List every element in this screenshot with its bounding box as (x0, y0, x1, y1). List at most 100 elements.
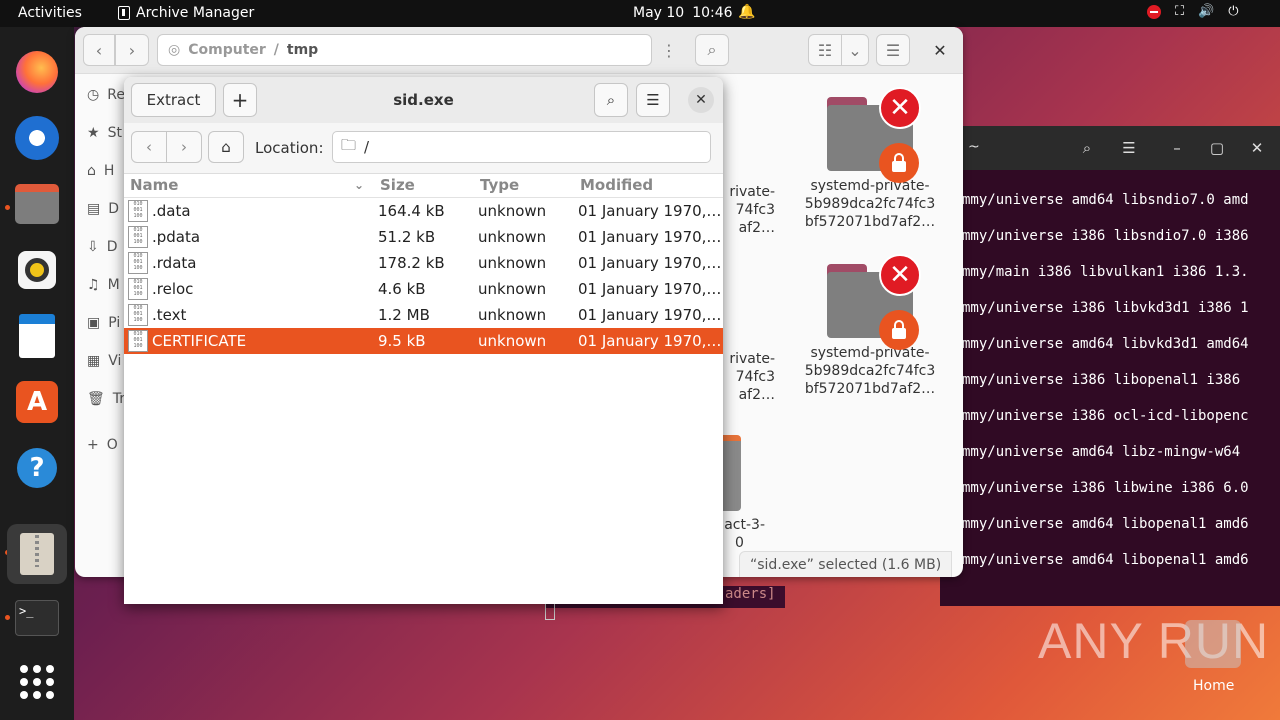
table-row[interactable]: 010 001 100 .text 1.2 MB unknown 01 January 19… (124, 302, 723, 328)
terminal-tail-text: aders] (725, 586, 776, 602)
sidebar-item-downloads[interactable]: ⇩ D (87, 239, 118, 255)
app-menu[interactable]: Archive Manager (118, 5, 254, 21)
column-name[interactable]: Name (130, 176, 178, 194)
forward-button[interactable]: › (115, 34, 149, 66)
column-type[interactable]: Type (480, 176, 519, 194)
column-modified[interactable]: Modified (580, 176, 653, 194)
table-row[interactable]: 010 001 100 CERTIFICATE 9.5 kB unknown 01 Janu… (124, 328, 723, 354)
dock-terminal[interactable]: >_ (12, 593, 62, 643)
top-bar: Activities Archive Manager May 10 10:46 … (0, 0, 1280, 27)
system-tray[interactable]: ⛶ 🔊 ⏻ (1147, 4, 1239, 19)
music-icon: ♫ (87, 277, 100, 293)
sidebar-item-pictures[interactable]: ▣ Pi (87, 315, 120, 331)
trash-icon: 🗑 (87, 391, 105, 407)
table-row[interactable]: 010 001 100 .rdata 178.2 kB unknown 01 January… (124, 250, 723, 276)
close-icon[interactable]: ✕ (1242, 136, 1272, 160)
archive-icon (118, 6, 130, 20)
path-root[interactable]: Computer (188, 42, 266, 58)
location-value: / (364, 138, 370, 156)
path-separator: / (273, 42, 279, 58)
home-folder-icon[interactable] (1185, 620, 1241, 668)
unreadable-icon: ✕ (879, 87, 921, 129)
thunderbird-icon (15, 116, 59, 160)
path-menu-button[interactable]: ⋮ (653, 34, 685, 66)
dock-rhythmbox[interactable] (12, 245, 62, 295)
close-button[interactable]: ✕ (688, 87, 714, 113)
view-options-button[interactable]: ⌄ (841, 34, 869, 66)
clock[interactable]: May 10 10:46 (633, 5, 733, 21)
search-icon: ⌕ (707, 40, 717, 59)
table-row[interactable]: 010 001 100 .pdata 51.2 kB unknown 01 January … (124, 224, 723, 250)
archive-manager-window[interactable]: Extract + sid.exe ⌕ ☰ ✕ ‹ › ⌂ Location: … (124, 77, 723, 604)
sort-chevron-icon: ⌄ (354, 178, 365, 192)
grid-item-folder[interactable]: ✕ systemd-private- 5b989dca2fc74fc3 bf57… (795, 87, 945, 231)
home-icon: ⌂ (87, 163, 96, 179)
main-menu-button[interactable]: ☰ (636, 83, 670, 117)
dock-software[interactable]: A (12, 377, 62, 427)
view-list-button[interactable]: ☷ (808, 34, 842, 66)
rhythmbox-icon (18, 251, 56, 289)
sidebar-item-label: H (103, 163, 115, 179)
terminal-line: mmy/universe amd64 libvkd3d1 amd64 (962, 336, 1249, 352)
column-size[interactable]: Size (380, 176, 415, 194)
terminal-title: ~ (968, 139, 980, 155)
path-current[interactable]: tmp (287, 42, 318, 58)
item-name-line: systemd-private- (810, 345, 930, 361)
search-icon[interactable]: ⌕ (1072, 136, 1102, 160)
file-modified: 01 January 1970,… (578, 202, 722, 220)
table-row[interactable]: 010 001 100 .data 164.4 kB unknown 01 January … (124, 198, 723, 224)
folder-icon: 🗀 (341, 135, 357, 154)
terminal-line: mmy/main i386 libvulkan1 i386 1.3. (962, 264, 1249, 280)
close-button[interactable]: ✕ (925, 34, 955, 66)
file-modified: 01 January 1970,… (578, 332, 722, 350)
terminal-window[interactable]: ~ ⌕ ☰ – ▢ ✕ mmy/universe amd64 libsndio7… (940, 126, 1280, 606)
locked-folder-icon: ✕ (827, 254, 921, 350)
activities-button[interactable]: Activities (18, 5, 82, 21)
archive-headerbar: Extract + sid.exe ⌕ ☰ ✕ (124, 77, 723, 124)
home-icon: ⌂ (221, 138, 231, 156)
grid-item-folder[interactable]: ✕ systemd-private- 5b989dca2fc74fc3 bf57… (795, 254, 945, 398)
dock-archive-manager[interactable] (7, 524, 67, 584)
search-button[interactable]: ⌕ (695, 34, 729, 66)
lock-icon (879, 310, 919, 350)
dock-writer[interactable] (12, 311, 62, 361)
sidebar-item-starred[interactable]: ★ St (87, 125, 122, 141)
chevron-down-icon: ⌄ (848, 40, 862, 60)
table-row[interactable]: 010 001 100 .reloc 4.6 kB unknown 01 January 1… (124, 276, 723, 302)
terminal-icon: >_ (15, 600, 59, 636)
terminal-line: mmy/universe amd64 libopenal1 amd6 (962, 552, 1249, 568)
unreadable-icon: ✕ (879, 254, 921, 296)
dock-firefox[interactable] (12, 47, 62, 97)
main-menu-button[interactable]: ☰ (876, 34, 910, 66)
dock-thunderbird[interactable] (12, 113, 62, 163)
search-button[interactable]: ⌕ (594, 83, 628, 117)
sidebar-item-music[interactable]: ♫ M (87, 277, 120, 293)
sidebar-item-label: D (106, 239, 118, 255)
sidebar-item-trash[interactable]: 🗑 Tr (87, 391, 125, 407)
app-grid-icon (20, 665, 54, 699)
dock-help[interactable]: ? (12, 443, 62, 493)
sidebar-item-documents[interactable]: ▤ D (87, 201, 119, 217)
back-button[interactable]: ‹ (83, 34, 115, 66)
location-field[interactable]: 🗀 / (332, 131, 711, 163)
hamburger-icon: ☰ (885, 40, 901, 60)
forward-button[interactable]: › (166, 131, 202, 163)
home-button[interactable]: ⌂ (208, 131, 244, 163)
home-desktop-label[interactable]: Home (1193, 678, 1234, 694)
back-button[interactable]: ‹ (131, 131, 167, 163)
sidebar-item-recent[interactable]: ◷ Re (87, 87, 125, 103)
minimize-icon[interactable]: – (1162, 136, 1192, 160)
file-modified: 01 January 1970,… (578, 254, 722, 272)
menu-icon[interactable]: ☰ (1114, 136, 1144, 160)
hamburger-icon: ☰ (646, 91, 660, 109)
dock-files[interactable] (12, 179, 62, 229)
sidebar-item-other-locations[interactable]: + O (87, 437, 118, 453)
file-modified: 01 January 1970,… (578, 306, 722, 324)
maximize-icon[interactable]: ▢ (1202, 136, 1232, 160)
dock-show-apps[interactable] (12, 657, 62, 707)
path-bar[interactable]: ◎ Computer / tmp (157, 34, 652, 66)
file-size: 9.5 kB (378, 332, 426, 350)
item-name-line: 5b989dca2fc74fc3 (804, 363, 936, 379)
sidebar-item-home[interactable]: ⌂ H (87, 163, 114, 179)
sidebar-item-videos[interactable]: ▦ Vi (87, 353, 121, 369)
